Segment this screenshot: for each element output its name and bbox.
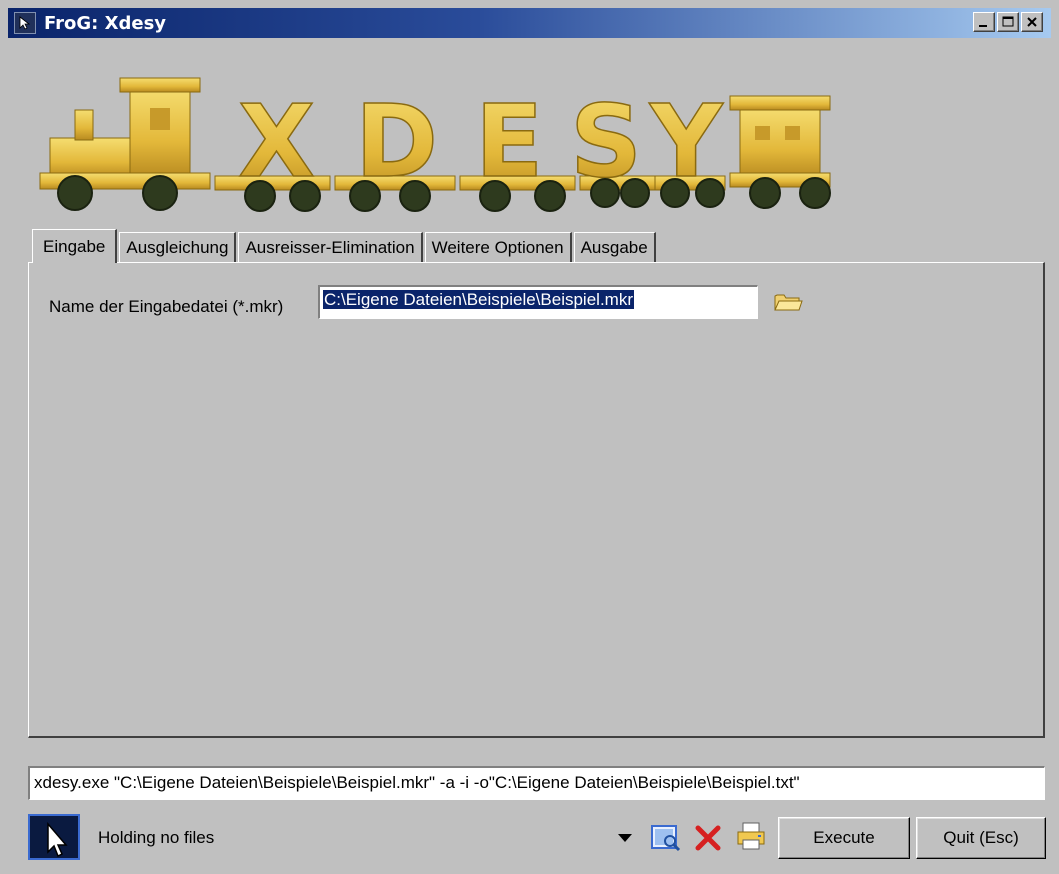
title-bar: FroG: Xdesy (8, 8, 1051, 38)
tab-eingabe[interactable]: Eingabe (32, 229, 118, 263)
tab-bar: Eingabe Ausgleichung Ausreisser-Eliminat… (32, 228, 658, 263)
maximize-icon[interactable] (997, 12, 1019, 32)
app-icon[interactable] (14, 12, 36, 34)
tab-ausgabe[interactable]: Ausgabe (573, 232, 656, 262)
tab-ausgleichung[interactable]: Ausgleichung (119, 232, 237, 262)
close-icon[interactable] (1021, 12, 1043, 32)
execute-button[interactable]: Execute (778, 817, 910, 859)
quit-button[interactable]: Quit (Esc) (916, 817, 1046, 859)
tab-ausreisser-elimination[interactable]: Ausreisser-Elimination (238, 232, 423, 262)
preview-icon[interactable] (650, 822, 682, 852)
dropdown-arrow-icon[interactable] (617, 832, 633, 844)
drag-cursor-icon[interactable] (28, 814, 80, 860)
minimize-icon[interactable] (973, 12, 995, 32)
command-line-field[interactable]: xdesy.exe "C:\Eigene Dateien\Beispiele\B… (28, 766, 1045, 800)
banner-letter: E (475, 83, 543, 200)
delete-icon[interactable] (694, 824, 722, 852)
xdesy-banner-logo: X D E S Y (39, 77, 831, 212)
print-icon[interactable] (735, 820, 767, 852)
tab-weitere-optionen[interactable]: Weitere Optionen (424, 232, 572, 262)
input-file-value: C:\Eigene Dateien\Beispiele\Beispiel.mkr (323, 290, 634, 309)
folder-icon[interactable] (773, 290, 803, 314)
input-file-label: Name der Eingabedatei (*.mkr) (49, 297, 284, 316)
input-file-field[interactable]: C:\Eigene Dateien\Beispiele\Beispiel.mkr (318, 285, 758, 319)
window-title: FroG: Xdesy (44, 12, 167, 34)
holding-status: Holding no files (98, 828, 215, 847)
tab-panel-eingabe: Name der Eingabedatei (*.mkr) C:\Eigene … (28, 262, 1045, 738)
